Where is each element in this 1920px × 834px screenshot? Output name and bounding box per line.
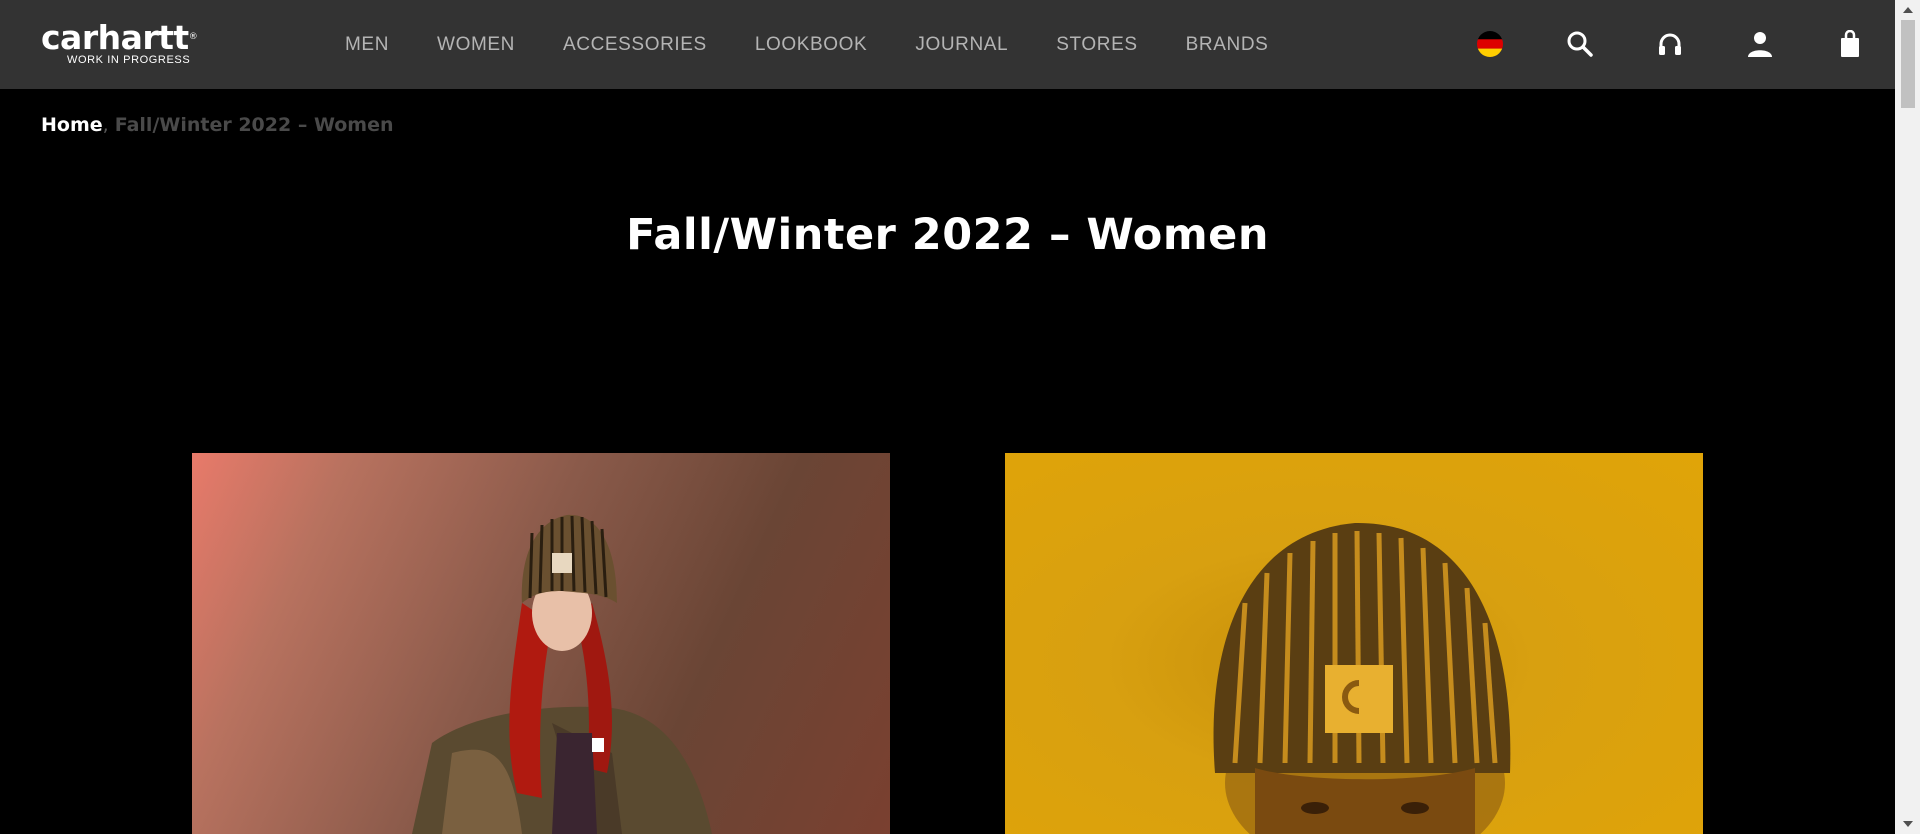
logo-wordmark: carhartt® bbox=[41, 18, 198, 57]
nav-item-lookbook[interactable]: LOOKBOOK bbox=[755, 34, 868, 56]
scroll-up-arrow-icon[interactable] bbox=[1895, 0, 1920, 20]
nav-item-men[interactable]: MEN bbox=[345, 34, 389, 56]
lookbook-photo-yellow-beanie[interactable] bbox=[1005, 453, 1703, 834]
nav-item-accessories[interactable]: ACCESSORIES bbox=[563, 34, 707, 56]
vertical-scrollbar[interactable] bbox=[1895, 0, 1920, 834]
user-icon[interactable] bbox=[1743, 27, 1777, 61]
page-title: Fall/Winter 2022 – Women bbox=[626, 210, 1269, 260]
nav-item-women[interactable]: WOMEN bbox=[437, 34, 515, 56]
nav-item-brands[interactable]: BRANDS bbox=[1186, 34, 1269, 56]
shopping-bag-icon[interactable] bbox=[1833, 27, 1867, 61]
nav-item-stores[interactable]: STORES bbox=[1056, 34, 1137, 56]
scrollbar-thumb[interactable] bbox=[1901, 20, 1915, 108]
breadcrumb-current: Fall/Winter 2022 – Women bbox=[114, 114, 394, 136]
breadcrumb-separator: , bbox=[102, 114, 109, 136]
headphones-icon[interactable] bbox=[1653, 27, 1687, 61]
logo-tagline: WORK IN PROGRESS bbox=[67, 54, 191, 66]
lookbook-photo-red-hair-beanie[interactable] bbox=[192, 453, 890, 834]
germany-flag-icon[interactable] bbox=[1473, 27, 1507, 61]
search-icon[interactable] bbox=[1563, 27, 1597, 61]
carhartt-logo[interactable]: carhartt® WORK IN PROGRESS bbox=[41, 21, 226, 67]
scroll-down-arrow-icon[interactable] bbox=[1895, 814, 1920, 834]
main-nav: MEN WOMEN ACCESSORIES LOOKBOOK JOURNAL S… bbox=[345, 0, 1316, 89]
breadcrumb-home-link[interactable]: Home bbox=[41, 114, 103, 136]
breadcrumb: Home, Fall/Winter 2022 – Women bbox=[41, 114, 394, 136]
site-header: carhartt® WORK IN PROGRESS MEN WOMEN ACC… bbox=[0, 0, 1895, 89]
nav-item-journal[interactable]: JOURNAL bbox=[915, 34, 1008, 56]
